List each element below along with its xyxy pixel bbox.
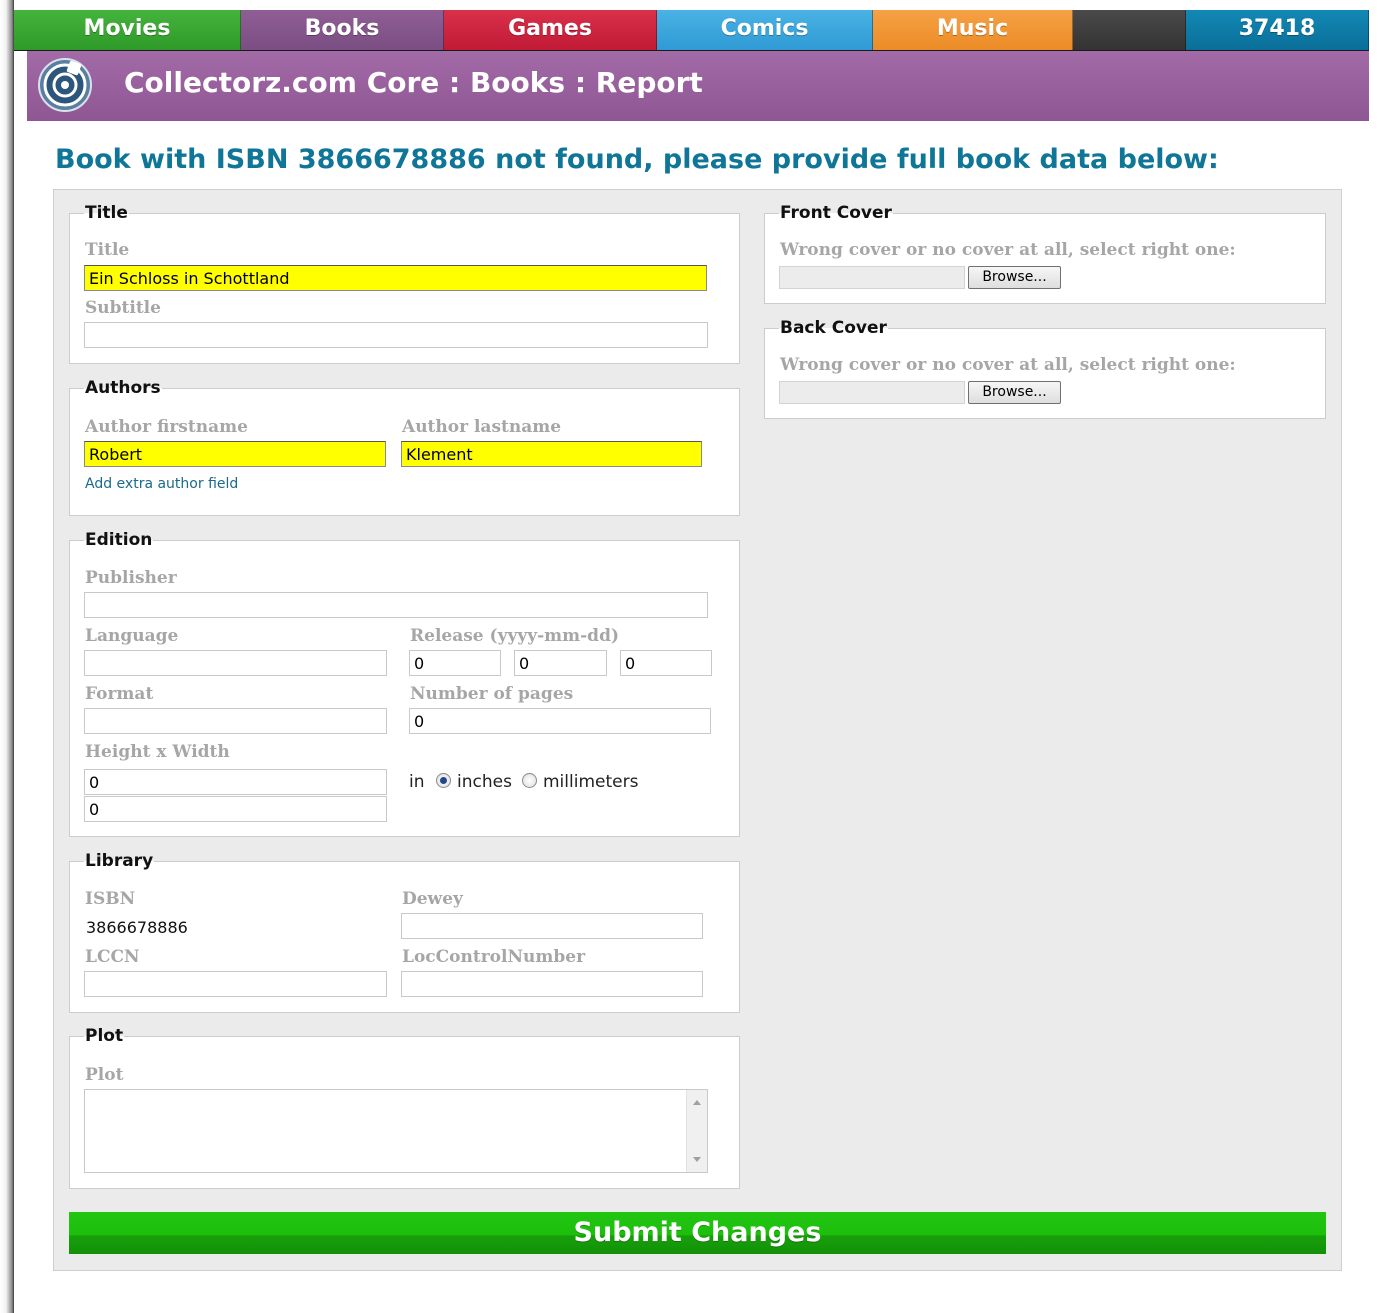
width-input[interactable] [84, 796, 387, 822]
unit-millimeters-label: millimeters [543, 772, 639, 792]
subtitle-input[interactable] [84, 322, 708, 348]
tab-comics[interactable]: Comics [657, 10, 873, 50]
unit-in-label: in [409, 772, 425, 792]
back-cover-label: Wrong cover or no cover at all, select r… [780, 355, 1236, 375]
back-cover-file-field[interactable] [779, 381, 965, 404]
height-input[interactable] [84, 769, 387, 795]
not-found-heading: Book with ISBN 3866678886 not found, ple… [55, 144, 1219, 175]
release-label: Release (yyyy-mm-dd) [410, 626, 619, 646]
window-frame-right [1369, 0, 1386, 1313]
tab-books[interactable]: Books [241, 10, 444, 50]
isbn-label: ISBN [85, 889, 136, 909]
publisher-input[interactable] [84, 592, 708, 618]
lccn-label: LCCN [85, 947, 140, 967]
loc-control-number-label: LocControlNumber [402, 947, 586, 967]
release-year-input[interactable] [409, 650, 501, 676]
subtitle-label: Subtitle [85, 298, 161, 318]
add-author-link[interactable]: Add extra author field [85, 476, 238, 492]
scroll-down-arrow-icon[interactable] [693, 1157, 701, 1162]
tab-blank [1073, 10, 1186, 50]
library-legend: Library [85, 851, 154, 871]
page-header: Collectorz.com Core : Books : Report [27, 51, 1369, 121]
tab-count[interactable]: 37418 [1186, 10, 1369, 50]
title-legend: Title [85, 203, 128, 223]
plot-textarea[interactable] [84, 1089, 708, 1173]
release-month-input[interactable] [514, 650, 607, 676]
height-width-label: Height x Width [85, 742, 230, 762]
front-cover-label: Wrong cover or no cover at all, select r… [780, 240, 1236, 260]
tab-movies[interactable]: Movies [14, 10, 241, 50]
lccn-input[interactable] [84, 971, 387, 997]
window-frame-top [14, 0, 1386, 10]
dewey-label: Dewey [402, 889, 463, 909]
tab-games[interactable]: Games [444, 10, 657, 50]
pages-input[interactable] [409, 708, 711, 734]
author-firstname-label: Author firstname [85, 417, 248, 437]
edition-legend: Edition [85, 530, 153, 550]
pages-label: Number of pages [410, 684, 574, 704]
dewey-input[interactable] [401, 913, 703, 939]
unit-inches-radio[interactable] [436, 773, 451, 788]
authors-legend: Authors [85, 378, 161, 398]
front-cover-legend: Front Cover [780, 203, 892, 223]
submit-changes-button[interactable]: Submit Changes [69, 1212, 1326, 1254]
publisher-label: Publisher [85, 568, 177, 588]
isbn-value: 3866678886 [86, 918, 188, 937]
language-label: Language [85, 626, 179, 646]
language-input[interactable] [84, 650, 387, 676]
title-input[interactable] [84, 265, 707, 291]
plot-legend: Plot [85, 1026, 124, 1046]
back-cover-legend: Back Cover [780, 318, 887, 338]
author-lastname-label: Author lastname [402, 417, 562, 437]
author-firstname-input[interactable] [84, 441, 386, 467]
author-lastname-input[interactable] [401, 441, 702, 467]
scroll-up-arrow-icon[interactable] [693, 1100, 701, 1105]
release-day-input[interactable] [620, 650, 712, 676]
plot-label: Plot [85, 1065, 124, 1085]
front-cover-browse-button[interactable]: Browse... [968, 266, 1061, 289]
tab-music[interactable]: Music [873, 10, 1073, 50]
page-title: Collectorz.com Core : Books : Report [124, 66, 703, 99]
unit-inches-label: inches [457, 772, 512, 792]
category-tabs: Movies Books Games Comics Music 37418 [14, 10, 1369, 51]
format-input[interactable] [84, 708, 387, 734]
front-cover-file-field[interactable] [779, 266, 965, 289]
unit-millimeters-radio[interactable] [522, 773, 537, 788]
collectorz-core-logo-icon[interactable] [37, 57, 93, 113]
title-label: Title [85, 240, 130, 260]
loc-control-number-input[interactable] [401, 971, 703, 997]
plot-scrollbar[interactable] [686, 1090, 707, 1172]
back-cover-browse-button[interactable]: Browse... [968, 381, 1061, 404]
window-frame-left [0, 0, 14, 1313]
format-label: Format [85, 684, 154, 704]
